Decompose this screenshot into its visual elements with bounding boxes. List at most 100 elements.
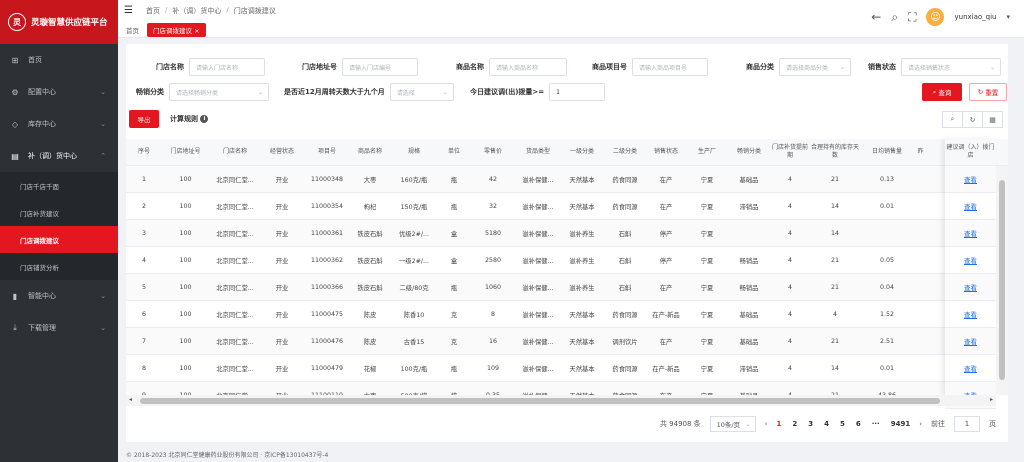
page-size-value: 10条/页 — [716, 421, 741, 429]
page-number[interactable]: 2 — [792, 420, 797, 428]
store-name-input[interactable]: 请输入门店名称 — [189, 58, 265, 76]
chevron-down-icon: ⌄ — [100, 120, 106, 128]
caret-down-icon[interactable]: ▾ — [1006, 13, 1010, 21]
prev-page-button[interactable]: ‹ — [765, 420, 768, 428]
info-icon[interactable]: i — [200, 115, 209, 123]
filter-label: 门店名称 — [156, 63, 184, 71]
column-header: 日均销售量 — [871, 148, 902, 155]
search-icon: ⌕ — [950, 115, 955, 123]
reset-button[interactable]: ↻ 重置 — [969, 83, 1007, 101]
refresh-button[interactable]: ↻ — [962, 111, 983, 128]
table-cell: 滋补养生 — [569, 230, 595, 238]
page-number[interactable]: 3 — [808, 420, 813, 428]
sidebar-item-config[interactable]: ⚙ 配置中心 ⌄ — [0, 76, 118, 108]
menu-fold-icon[interactable]: ☰ — [124, 5, 133, 16]
page-number[interactable]: 4 — [824, 420, 829, 428]
column-header: 规格 — [407, 148, 420, 155]
table-cell: 14 — [830, 202, 839, 210]
view-link[interactable]: 查看 — [964, 201, 977, 211]
bar-chart-icon: ▮ — [12, 291, 18, 301]
sidebar-item-replenish[interactable]: ▤ 补（调）货中心 ⌃ — [0, 140, 118, 172]
home-icon: ⊞ — [11, 55, 19, 65]
table-cell: 160克/瓶 — [400, 176, 428, 184]
columns-button[interactable]: ▦ — [982, 111, 1003, 128]
tag-home[interactable]: 首页 — [126, 25, 139, 35]
filter-store-name: 门店名称 请输入门店名称 — [156, 58, 265, 76]
avatar[interactable]: ☺ — [926, 8, 945, 26]
sidebar-subitem-replenish[interactable]: 门店补货建议 — [0, 199, 118, 226]
sidebar-item-inventory[interactable]: ◇ 库存中心 ⌄ — [0, 108, 118, 140]
fullscreen-icon[interactable]: ⛶ — [908, 10, 916, 25]
table-cell: 滋补养生 — [569, 257, 595, 265]
next-page-button[interactable]: › — [919, 420, 922, 428]
close-icon[interactable]: × — [194, 27, 199, 35]
brand[interactable]: 灵 灵璇智慧供应链平台 — [0, 0, 118, 44]
column-header: 单位 — [447, 148, 460, 155]
back-arrow-icon[interactable]: ← — [871, 10, 881, 24]
calc-rule[interactable]: 计算规则 i — [170, 110, 209, 128]
username[interactable]: yunxiao_qiu — [954, 13, 996, 21]
page-number[interactable]: 5 — [840, 420, 845, 428]
goto-page-input[interactable]: 1 — [954, 416, 980, 432]
table-cell: 开业 — [275, 203, 289, 211]
horizontal-scrollbar[interactable]: ◂ ▸ — [126, 395, 996, 406]
table-cell: 石斛 — [618, 257, 632, 265]
view-link[interactable]: 查看 — [964, 228, 977, 238]
scroll-left-icon[interactable]: ◂ — [129, 396, 132, 403]
product-name-input[interactable]: 请输入商品名称 — [489, 58, 567, 76]
view-link[interactable]: 查看 — [964, 255, 977, 265]
breadcrumb-center[interactable]: 补（调）货中心 — [172, 6, 221, 16]
sales-status-select[interactable]: 请选择销售状态 ⌄ — [901, 58, 1001, 76]
filter-store-code: 门店地址号 请输入门店编号 — [302, 58, 418, 76]
view-link[interactable]: 查看 — [964, 174, 977, 184]
search-toggle-button[interactable]: ⌕ — [942, 111, 963, 128]
today-input[interactable]: 1 — [549, 83, 606, 101]
sidebar-subitem-store-profile[interactable]: 门店千店千面 — [0, 172, 118, 199]
page-number[interactable]: 6 — [856, 420, 861, 428]
store-code-input[interactable]: 请输入门店编号 — [342, 58, 418, 76]
gear-icon: ⚙ — [11, 87, 19, 97]
table-cell: 瓶 — [450, 176, 458, 184]
view-link[interactable]: 查看 — [964, 282, 977, 292]
page-size-select[interactable]: 10条/页 ⌄ — [709, 416, 756, 432]
filter-label: 门店地址号 — [302, 63, 337, 71]
item-code-input[interactable]: 请输入商品项目号 — [632, 58, 708, 76]
search-button[interactable]: ⌕ 查询 — [922, 83, 962, 101]
sidebar-subitem-transfer[interactable]: 门店调拨建议 — [0, 226, 118, 253]
pagination-total: 共 94908 条 — [659, 420, 701, 428]
export-button[interactable]: 导出 — [129, 110, 159, 128]
scroll-right-icon[interactable]: ▸ — [990, 396, 993, 403]
sidebar-item-download[interactable]: ⤓ 下载管理 ⌄ — [0, 312, 118, 344]
slow-class-select[interactable]: 请选择畅销分类 ⌄ — [169, 83, 269, 101]
vertical-scroll-thumb[interactable] — [999, 180, 1005, 380]
sidebar-item-home[interactable]: ⊞ 首页 — [0, 44, 118, 76]
table-cell: 4 — [832, 310, 837, 318]
table-cell: 陈皮 — [363, 338, 377, 346]
category-select[interactable]: 请选择商品分类 ⌄ — [779, 58, 851, 76]
view-link[interactable]: 查看 — [964, 336, 977, 346]
page-number[interactable]: ··· — [872, 420, 880, 428]
filter-item-code: 商品项目号 请输入商品项目号 — [592, 58, 708, 76]
table-cell: 4 — [787, 256, 792, 264]
table-cell: 100 — [179, 202, 192, 210]
table-cell: 0.05 — [879, 256, 895, 264]
breadcrumb-home[interactable]: 首页 — [146, 6, 160, 16]
turnover-select[interactable]: 请选择 ⌄ — [389, 83, 454, 101]
view-link[interactable]: 查看 — [964, 363, 977, 373]
table-cell: 瓶 — [450, 203, 458, 211]
footer-copyright: © 2018-2023 北京同仁堂健康药业股份有限公司 · 京ICP备13010… — [126, 452, 329, 459]
data-table: 序号 门店地址号 门店名称 经营状态 项目号 商品名称 规格 单位 零售价 货品类型 一级分类 二级分… — [126, 139, 1008, 395]
table-cell: 开业 — [275, 338, 289, 346]
search-icon[interactable]: ⌕ — [891, 10, 898, 25]
view-link[interactable]: 查看 — [964, 309, 977, 319]
table-cell: 1 — [141, 175, 146, 183]
vertical-scrollbar[interactable] — [996, 166, 1008, 395]
page-number[interactable]: 9491 — [891, 420, 910, 428]
table-cell: 11000476 — [310, 337, 344, 345]
tag-active[interactable]: 门店调拨建议 × — [147, 23, 206, 37]
horizontal-scroll-thumb[interactable] — [140, 398, 940, 404]
sidebar-subitem-distribution[interactable]: 门店铺货分析 — [0, 253, 118, 280]
page-number[interactable]: 1 — [776, 420, 781, 428]
sidebar-item-smart[interactable]: ▮ 智能中心 ⌄ — [0, 280, 118, 312]
table-cell: 100 — [179, 337, 192, 345]
